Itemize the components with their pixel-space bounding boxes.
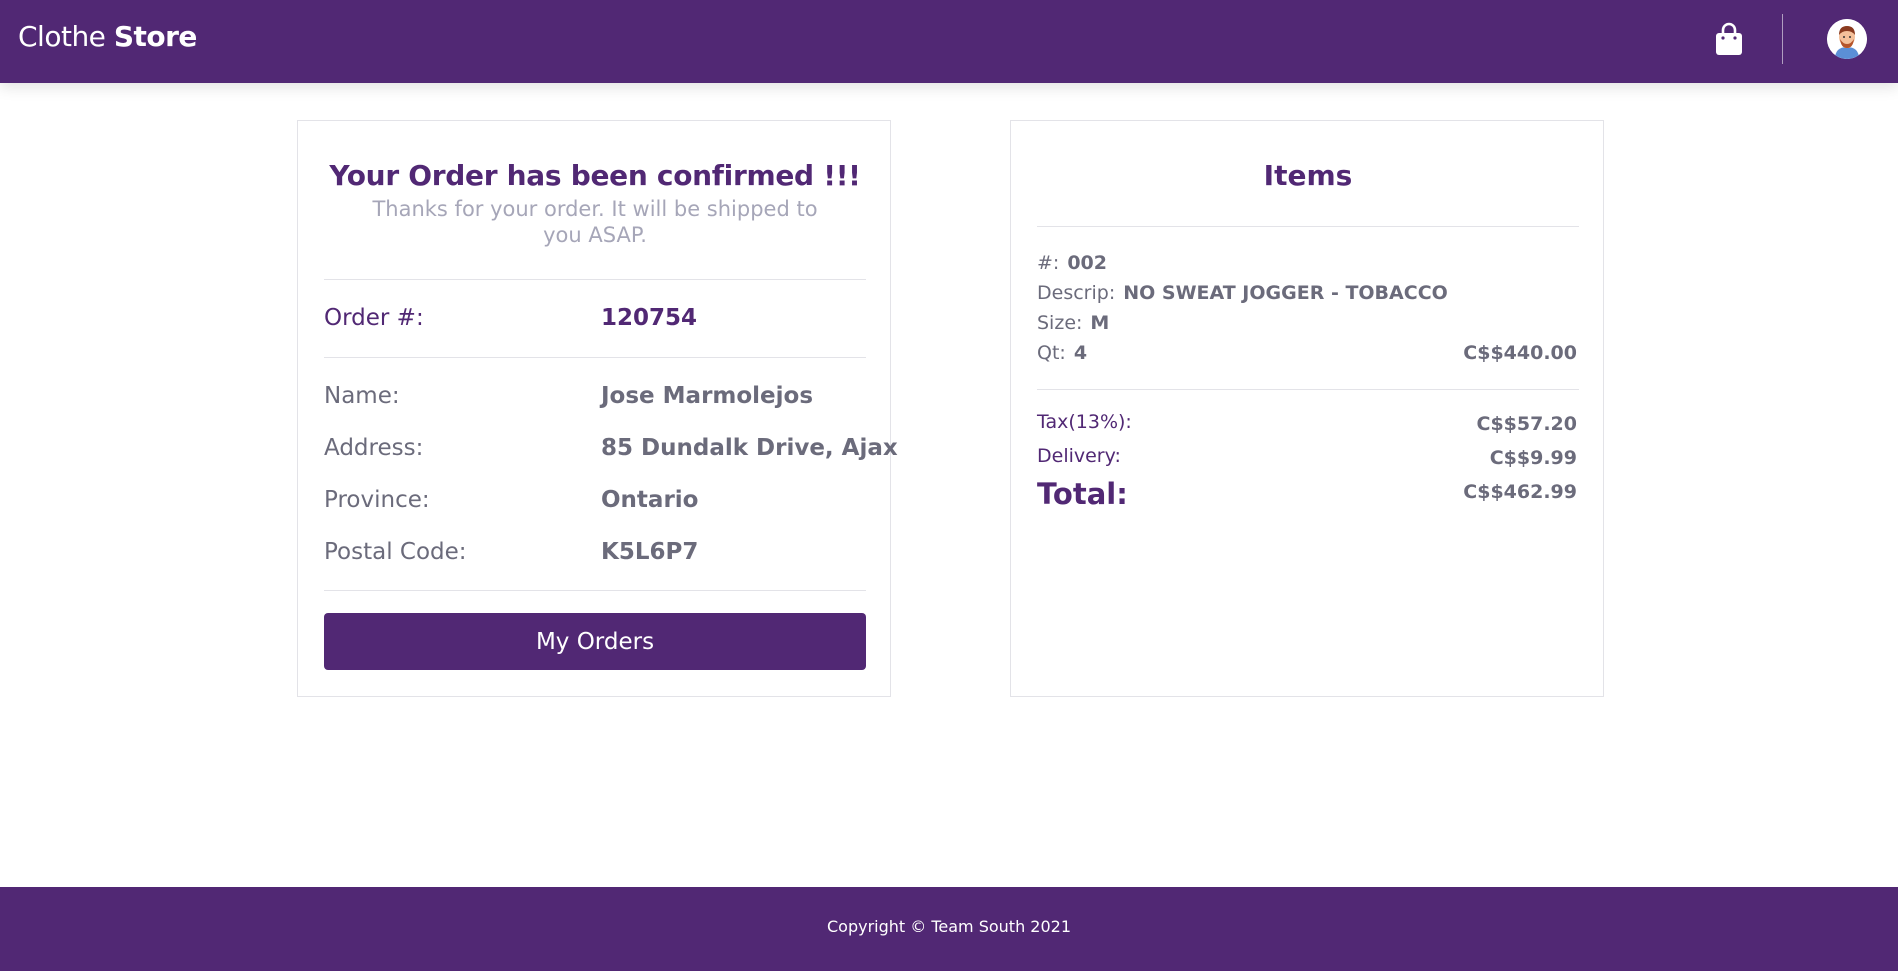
items-title: Items	[1263, 159, 1353, 192]
name-label: Name:	[324, 383, 400, 409]
delivery-label: Delivery:	[1037, 445, 1121, 467]
item-description-value: NO SWEAT JOGGER - TOBACCO	[1123, 282, 1448, 304]
tax-value: C$$57.20	[1476, 413, 1577, 435]
item-size-value: M	[1090, 312, 1110, 334]
item-description-label: Descrip:	[1037, 282, 1116, 304]
my-orders-button[interactable]: My Orders	[324, 613, 866, 670]
divider	[324, 357, 866, 358]
delivery-value: C$$9.99	[1489, 447, 1577, 469]
order-confirmation-card: Your Order has been confirmed !!! Thanks…	[297, 120, 898, 697]
items-summary-card: Items #: 002 Descrip: NO SWEAT JOGGER - TO…	[1010, 120, 1604, 697]
item-price: C$$440.00	[1463, 342, 1577, 364]
address-value: 85 Dundalk Drive, Ajax	[601, 435, 898, 461]
confirmation-subtitle: Thanks for your order. It will be shippe…	[372, 197, 818, 247]
brand-logo[interactable]: Clothe Store	[18, 20, 197, 53]
user-avatar-icon[interactable]	[1827, 19, 1867, 59]
total-value: C$$462.99	[1463, 481, 1577, 503]
total-label: Total:	[1037, 477, 1128, 511]
brand-name-regular: Clothe	[18, 20, 106, 53]
top-navbar: Clothe Store	[0, 0, 1898, 83]
item-size-row: Size: M	[1037, 312, 1109, 334]
brand-name-bold: Store	[113, 20, 198, 53]
item-description-row: Descrip: NO SWEAT JOGGER - TOBACCO	[1037, 282, 1448, 304]
order-number-label: Order #:	[324, 305, 424, 331]
item-quantity-value: 4	[1073, 342, 1088, 364]
item-number-value: 002	[1067, 252, 1107, 274]
page-footer: Copyright © Team South 2021	[0, 887, 1898, 971]
postal-code-label: Postal Code:	[324, 539, 467, 565]
divider	[1037, 226, 1579, 227]
divider	[324, 590, 866, 591]
postal-code-value: K5L6P7	[601, 539, 699, 565]
divider	[324, 279, 866, 280]
name-value: Jose Marmolejos	[601, 383, 814, 409]
item-quantity-row: Qt: 4	[1037, 342, 1087, 364]
address-label: Address:	[324, 435, 424, 461]
copyright-text: Copyright © Team South 2021	[826, 917, 1072, 936]
navbar-divider	[1782, 14, 1783, 64]
item-number-row: #: 002	[1037, 252, 1107, 274]
item-size-label: Size:	[1037, 312, 1083, 334]
province-value: Ontario	[601, 487, 699, 513]
shopping-bag-icon[interactable]	[1714, 22, 1744, 56]
item-number-label: #:	[1037, 252, 1060, 274]
item-quantity-label: Qt:	[1037, 342, 1066, 364]
divider	[1037, 389, 1579, 390]
tax-label: Tax(13%):	[1037, 411, 1132, 433]
order-number-value: 120754	[601, 305, 698, 331]
confirmation-title: Your Order has been confirmed !!!	[329, 159, 861, 192]
province-label: Province:	[324, 487, 430, 513]
